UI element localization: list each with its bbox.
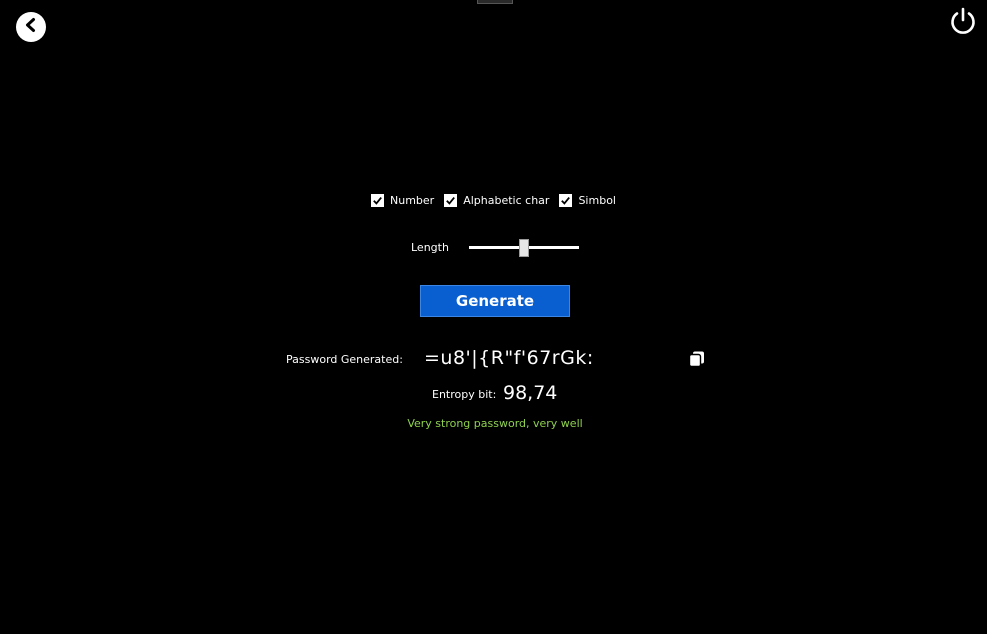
strength-message: Very strong password, very well <box>407 417 583 430</box>
length-label: Length <box>411 241 449 254</box>
option-number[interactable]: Number <box>371 194 434 207</box>
back-button[interactable] <box>16 12 46 42</box>
check-icon <box>561 197 571 205</box>
password-label: Password Generated: <box>286 353 403 366</box>
copy-icon[interactable] <box>688 350 706 368</box>
number-checkbox[interactable] <box>371 194 385 207</box>
power-icon <box>947 7 979 41</box>
symbol-checkbox[interactable] <box>559 194 573 207</box>
symbol-label: Simbol <box>578 194 616 207</box>
alphabetic-label: Alphabetic char <box>463 194 550 207</box>
entropy-value: 98,74 <box>503 382 558 404</box>
check-icon <box>446 197 456 205</box>
password-value: =u8'|{R"f'67rGk: <box>424 347 594 369</box>
length-control: Length <box>411 236 611 260</box>
top-drag-handle[interactable] <box>477 0 513 4</box>
option-alphabetic[interactable]: Alphabetic char <box>444 194 549 207</box>
power-button[interactable] <box>947 5 979 37</box>
generate-button[interactable]: Generate <box>420 285 570 317</box>
length-slider-thumb[interactable] <box>519 239 529 257</box>
alphabetic-checkbox[interactable] <box>444 194 458 207</box>
number-label: Number <box>390 194 435 207</box>
entropy-label: Entropy bit: <box>432 388 497 401</box>
chevron-left-icon <box>23 17 39 37</box>
option-symbol[interactable]: Simbol <box>559 194 616 207</box>
check-icon <box>373 197 382 205</box>
character-options: Number Alphabetic char Simbol <box>0 194 987 207</box>
